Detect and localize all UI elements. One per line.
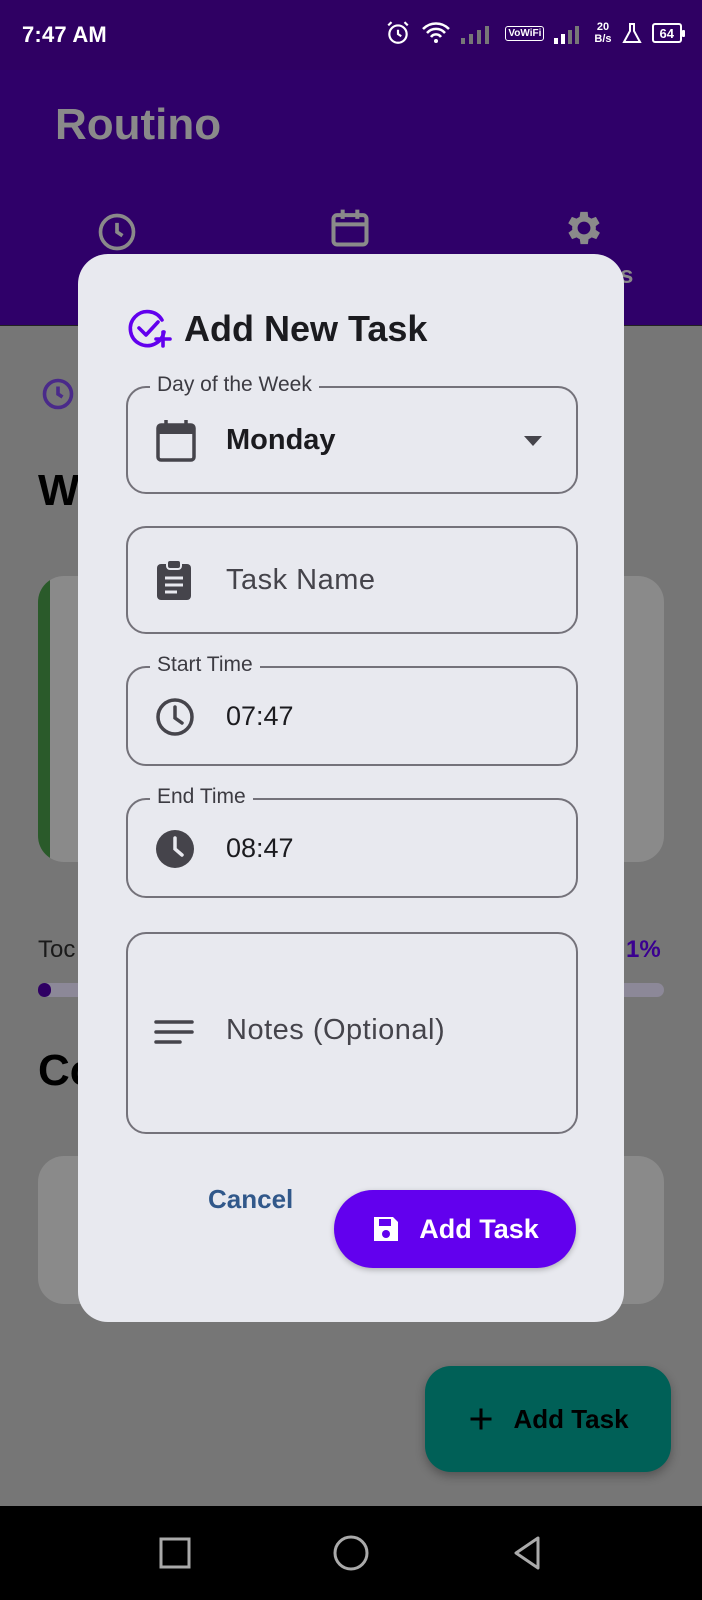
day-field-value: Monday — [226, 424, 336, 456]
fab-label: Add Task — [513, 1403, 629, 1434]
vowifi-badge: VoWiFi — [505, 25, 545, 41]
task-name-input[interactable]: Task Name — [126, 526, 578, 634]
clock-filled-icon — [156, 830, 194, 868]
clipboard-icon — [157, 559, 191, 600]
add-task-dialog: Add New Task Day of the Week Monday Task… — [78, 254, 624, 1322]
status-bar: 7:47 AM VoWiFi 20 B/s 64 — [0, 0, 702, 70]
end-time-label: End Time — [150, 785, 253, 809]
add-task-fab[interactable]: Add Task — [425, 1366, 671, 1472]
notes-input[interactable]: Notes (Optional) — [126, 932, 578, 1134]
clock-icon[interactable] — [95, 210, 139, 254]
net-speed: 20 B/s — [594, 21, 612, 45]
today-progress-fill — [38, 983, 51, 997]
dropdown-arrow-icon — [524, 436, 542, 446]
signal-icon — [554, 26, 580, 44]
today-progress-percent: 1% — [626, 936, 661, 963]
dialog-header: Add New Task — [126, 306, 427, 352]
task-card-accent — [38, 576, 50, 862]
section-heading: W — [38, 466, 80, 515]
status-icons: VoWiFi 20 B/s 64 — [385, 20, 686, 46]
status-time: 7:47 AM — [22, 22, 107, 47]
calendar-icon — [156, 420, 196, 462]
start-time-label: Start Time — [150, 653, 260, 677]
add-task-icon — [128, 309, 172, 348]
plus-icon — [470, 1408, 492, 1430]
calendar-icon[interactable] — [328, 206, 372, 250]
start-time-input[interactable]: Start Time 07:47 — [126, 653, 578, 766]
app-title: Routino — [55, 100, 222, 149]
clock-outline-icon — [156, 698, 194, 736]
flask-icon — [621, 23, 642, 43]
notes-placeholder: Notes (Optional) — [226, 1014, 446, 1046]
battery-icon: 64 — [651, 23, 686, 43]
save-icon — [374, 1217, 399, 1241]
home-button[interactable] — [328, 1530, 374, 1576]
day-field-label: Day of the Week — [150, 373, 319, 397]
signal-weak-icon — [461, 26, 490, 44]
notes-icon — [154, 1020, 194, 1044]
start-time-value: 07:47 — [226, 701, 294, 731]
add-task-button[interactable]: Add Task — [334, 1190, 576, 1268]
end-time-value: 08:47 — [226, 833, 294, 863]
alarm-icon — [387, 21, 409, 44]
dialog-title: Add New Task — [184, 308, 428, 349]
recents-button[interactable] — [152, 1530, 198, 1576]
end-time-input[interactable]: End Time 08:47 — [126, 785, 578, 898]
day-of-week-select[interactable]: Day of the Week Monday — [126, 373, 578, 494]
cancel-button[interactable]: Cancel — [208, 1184, 293, 1215]
clock-icon — [42, 378, 74, 410]
today-progress-label: Toc — [38, 936, 76, 963]
wifi-icon — [422, 22, 451, 43]
add-task-button-label: Add Task — [419, 1213, 539, 1244]
system-nav-bar — [0, 1506, 702, 1600]
back-button[interactable] — [504, 1530, 550, 1576]
task-name-placeholder: Task Name — [226, 564, 376, 596]
gear-icon[interactable] — [562, 206, 606, 250]
